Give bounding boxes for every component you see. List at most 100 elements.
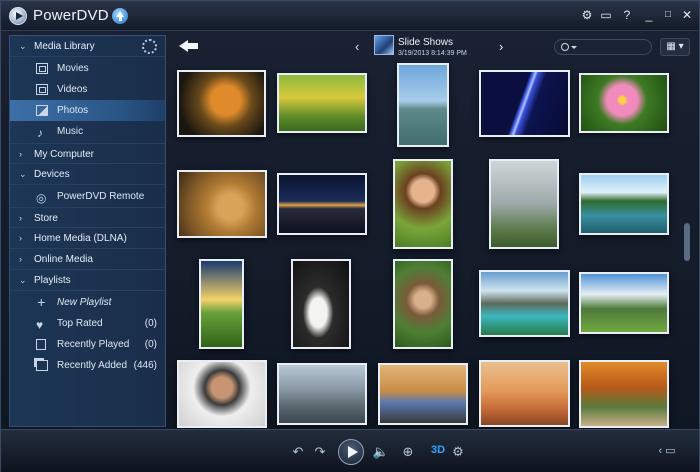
film-icon <box>36 63 48 74</box>
chevron-down-icon: ⌄ <box>19 41 27 51</box>
rotate-left-icon[interactable]: ↶ <box>289 444 307 460</box>
sidebar-section-media-library[interactable]: ⌄ Media Library <box>10 36 165 57</box>
zoom-icon[interactable]: ⊕ <box>399 444 417 460</box>
sidebar-item-label: Recently Added <box>57 360 128 371</box>
photo-thumb-sunset-field[interactable] <box>199 259 244 349</box>
volume-icon[interactable]: 🔈 <box>372 444 390 460</box>
help-icon[interactable]: ? <box>619 7 635 23</box>
album-title: Slide Shows <box>398 37 454 48</box>
powerdvd-logo-icon <box>9 7 27 25</box>
minimize-button[interactable]: _ <box>641 7 657 23</box>
sidebar-item-recently-played[interactable]: Recently Played (0) <box>10 334 165 355</box>
chevron-down-icon: ⌄ <box>19 275 27 285</box>
sidebar-item-label: PowerDVD Remote <box>57 191 145 202</box>
video-icon <box>36 84 48 95</box>
powerdvd-window: PowerDVD ⚙ ▭ ? _ □ ✕ ⌄ Media Library Mov… <box>0 0 700 472</box>
play-button[interactable] <box>338 439 364 465</box>
item-count: (0) <box>144 318 157 329</box>
sidebar-item-videos[interactable]: Videos <box>10 79 165 100</box>
sidebar-section-home-media[interactable]: › Home Media (DLNA) <box>10 228 165 249</box>
view-mode-button[interactable]: ▦ ▾ <box>660 38 690 56</box>
sidebar-item-new-playlist[interactable]: New Playlist <box>10 292 165 313</box>
photo-thumb-desert-antelope[interactable] <box>479 360 570 427</box>
sidebar-item-label: Videos <box>57 84 88 95</box>
photo-thumb-lightning[interactable] <box>479 70 570 137</box>
settings-icon[interactable]: ⚙ <box>579 7 595 23</box>
tv-mode-icon[interactable]: ▭ <box>598 7 614 23</box>
item-count: (0) <box>144 339 157 350</box>
app-title: PowerDVD <box>33 7 109 24</box>
photo-thumb-bridge-night[interactable] <box>277 173 367 235</box>
section-label: My Computer <box>34 149 95 160</box>
album-thumbnail <box>374 35 394 55</box>
maximize-button[interactable]: □ <box>660 7 676 23</box>
playback-control-bar: ↶ ↷ 🔈 ⊕ 3D ⚙ ‹ ▭ <box>1 429 699 472</box>
photo-thumb-lake-forest[interactable] <box>579 173 669 235</box>
section-label: Online Media <box>34 254 93 265</box>
photo-thumb-statue-of-liberty[interactable] <box>397 63 449 147</box>
scrollbar-thumb[interactable] <box>684 223 690 261</box>
close-button[interactable]: ✕ <box>679 7 695 23</box>
3d-mode-icon[interactable]: 3D <box>431 444 445 456</box>
sidebar-section-devices[interactable]: ⌄ Devices <box>10 164 165 185</box>
sidebar-item-powerdvd-remote[interactable]: PowerDVD Remote <box>10 186 165 209</box>
music-note-icon <box>36 123 48 144</box>
sidebar-item-label: Movies <box>57 63 89 74</box>
sidebar-item-music[interactable]: Music <box>10 121 165 144</box>
chevron-down-icon: ⌄ <box>19 169 27 179</box>
photo-thumb-woman-portrait[interactable] <box>393 159 453 249</box>
plus-icon <box>36 292 48 313</box>
sidebar-item-recently-added[interactable]: Recently Added (446) <box>10 355 165 376</box>
photo-thumb-misty-forest[interactable] <box>489 159 559 249</box>
section-label: Playlists <box>34 275 71 286</box>
photo-thumb-city-skyline[interactable] <box>277 363 367 425</box>
photo-thumb-white-goose[interactable] <box>291 259 351 349</box>
chevron-right-icon: › <box>19 149 22 159</box>
sidebar-section-playlists[interactable]: ⌄ Playlists <box>10 270 165 291</box>
sidebar-item-label: Music <box>57 126 84 137</box>
sidebar-section-store[interactable]: › Store <box>10 207 165 228</box>
search-icon <box>561 43 569 51</box>
back-arrow-icon[interactable] <box>179 38 199 54</box>
section-label: Devices <box>34 169 70 180</box>
sidebar-item-movies[interactable]: Movies <box>10 58 165 79</box>
title-bar: PowerDVD ⚙ ▭ ? _ □ ✕ <box>1 1 699 31</box>
sidebar-item-label: New Playlist <box>57 297 112 308</box>
photo-thumb-autumn-cottage[interactable] <box>579 360 669 428</box>
sidebar-section-online-media[interactable]: › Online Media <box>10 249 165 270</box>
section-label: Store <box>34 213 58 224</box>
photo-thumb-lion[interactable] <box>177 170 267 238</box>
photo-thumb-vintage-car[interactable] <box>378 363 468 425</box>
previous-album-icon[interactable]: ‹ <box>355 39 359 54</box>
photo-thumb-pink-flower[interactable] <box>579 73 669 133</box>
photo-thumb-chameleon[interactable] <box>177 70 266 137</box>
section-label: Media Library <box>34 41 95 52</box>
loading-spinner-icon <box>142 39 157 54</box>
expand-panel-icon[interactable]: ‹ ▭ <box>658 444 676 457</box>
photo-thumb-alpine-valley[interactable] <box>579 272 669 334</box>
heart-icon <box>36 315 48 336</box>
chevron-down-icon <box>571 46 577 49</box>
recent-file-icon <box>36 339 46 350</box>
sidebar: ⌄ Media Library Movies Videos Photos Mus… <box>9 35 166 427</box>
photo-thumb-mountain-lake[interactable] <box>479 270 570 337</box>
sidebar-item-photos[interactable]: Photos <box>10 100 165 121</box>
chevron-right-icon: › <box>19 233 22 243</box>
settings-gear-icon[interactable]: ⚙ <box>449 444 467 460</box>
photo-thumb-couple[interactable] <box>393 259 453 349</box>
sidebar-section-my-computer[interactable]: › My Computer <box>10 143 165 164</box>
next-album-icon[interactable]: › <box>499 39 503 54</box>
sidebar-item-label: Recently Played <box>57 339 130 350</box>
sidebar-item-label: Photos <box>57 105 89 116</box>
search-input[interactable] <box>554 39 652 55</box>
chevron-right-icon: › <box>19 213 22 223</box>
section-label: Home Media (DLNA) <box>34 233 127 244</box>
sidebar-item-label: Top Rated <box>57 318 103 329</box>
photo-thumb-bicycle[interactable] <box>277 73 367 133</box>
stack-icon <box>36 360 48 371</box>
chevron-right-icon: › <box>19 254 22 264</box>
photo-thumb-man-portrait[interactable] <box>177 360 267 428</box>
sidebar-item-top-rated[interactable]: Top Rated (0) <box>10 313 165 336</box>
rotate-right-icon[interactable]: ↷ <box>311 444 329 460</box>
upgrade-icon[interactable] <box>112 8 128 24</box>
